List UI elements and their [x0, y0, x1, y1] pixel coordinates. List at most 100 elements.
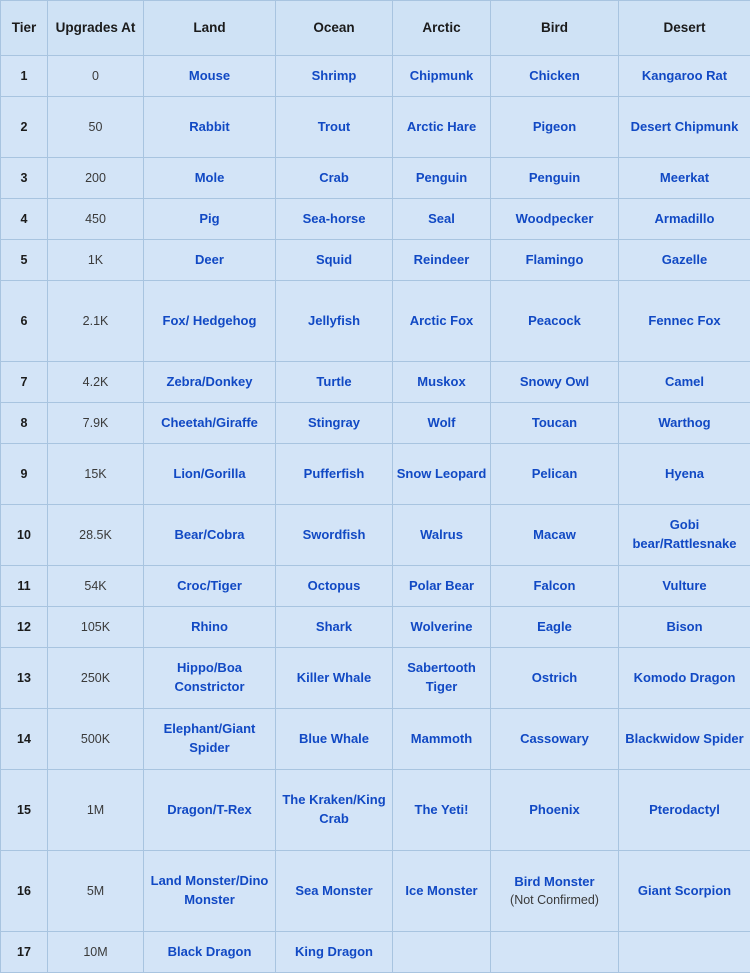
cell-desert-animal: Komodo Dragon [619, 648, 750, 709]
cell-ocean-animal: Sea-horse [276, 199, 393, 240]
table-row: 87.9KCheetah/GiraffeStingrayWolfToucanWa… [1, 403, 750, 444]
cell-ocean-animal: Blue Whale [276, 709, 393, 770]
column-header-land: Land [144, 1, 276, 56]
cell-arctic-animal: Ice Monster [393, 851, 491, 932]
table-header: Tier Upgrades At Land Ocean Arctic Bird … [1, 1, 750, 56]
column-header-tier: Tier [1, 1, 48, 56]
cell-arctic-animal: Reindeer [393, 240, 491, 281]
cell-ocean-animal: The Kraken/King Crab [276, 770, 393, 851]
cell-desert-animal: Vulture [619, 566, 750, 607]
cell-tier-number: 4 [1, 199, 48, 240]
cell-bird-animal: Ostrich [491, 648, 619, 709]
cell-bird-animal: Cassowary [491, 709, 619, 770]
cell-bird-animal: Macaw [491, 505, 619, 566]
cell-arctic-animal [393, 932, 491, 973]
cell-arctic-animal: Muskox [393, 362, 491, 403]
table-body: 10MouseShrimpChipmunkChickenKangaroo Rat… [1, 56, 750, 973]
cell-ocean-animal: King Dragon [276, 932, 393, 973]
cell-ocean-animal: Shark [276, 607, 393, 648]
cell-arctic-animal: Chipmunk [393, 56, 491, 97]
cell-land-animal: Pig [144, 199, 276, 240]
cell-desert-animal: Blackwidow Spider [619, 709, 750, 770]
cell-tier-number: 1 [1, 56, 48, 97]
cell-arctic-animal: Seal [393, 199, 491, 240]
tier-upgrade-table: Tier Upgrades At Land Ocean Arctic Bird … [0, 0, 750, 973]
cell-arctic-animal: Arctic Hare [393, 97, 491, 158]
cell-land-animal: Dragon/T-Rex [144, 770, 276, 851]
cell-land-animal: Cheetah/Giraffe [144, 403, 276, 444]
cell-desert-animal: Giant Scorpion [619, 851, 750, 932]
cell-desert-animal: Armadillo [619, 199, 750, 240]
cell-tier-number: 8 [1, 403, 48, 444]
column-header-ocean: Ocean [276, 1, 393, 56]
cell-arctic-animal: Snow Leopard [393, 444, 491, 505]
cell-bird-animal: Flamingo [491, 240, 619, 281]
cell-bird-animal: Eagle [491, 607, 619, 648]
cell-upgrades-at-value: 250K [48, 648, 144, 709]
cell-land-animal: Rhino [144, 607, 276, 648]
cell-bird-animal: Snowy Owl [491, 362, 619, 403]
cell-land-animal: Bear/Cobra [144, 505, 276, 566]
cell-ocean-animal: Crab [276, 158, 393, 199]
cell-desert-animal: Pterodactyl [619, 770, 750, 851]
cell-land-animal: Land Monster/Dino Monster [144, 851, 276, 932]
cell-tier-number: 6 [1, 281, 48, 362]
table-row: 12105KRhinoSharkWolverineEagleBison [1, 607, 750, 648]
table-row: 1710MBlack DragonKing Dragon [1, 932, 750, 973]
cell-ocean-animal: Shrimp [276, 56, 393, 97]
cell-bird-animal: Phoenix [491, 770, 619, 851]
cell-tier-number: 3 [1, 158, 48, 199]
cell-desert-animal: Hyena [619, 444, 750, 505]
cell-land-animal: Black Dragon [144, 932, 276, 973]
cell-upgrades-at-value: 15K [48, 444, 144, 505]
cell-land-animal: Croc/Tiger [144, 566, 276, 607]
table-row: 165MLand Monster/Dino MonsterSea Monster… [1, 851, 750, 932]
column-header-bird: Bird [491, 1, 619, 56]
cell-arctic-animal: The Yeti! [393, 770, 491, 851]
cell-desert-animal: Meerkat [619, 158, 750, 199]
cell-bird-animal [491, 932, 619, 973]
table-header-row: Tier Upgrades At Land Ocean Arctic Bird … [1, 1, 750, 56]
table-row: 151MDragon/T-RexThe Kraken/King CrabThe … [1, 770, 750, 851]
table-row: 74.2KZebra/DonkeyTurtleMuskoxSnowy OwlCa… [1, 362, 750, 403]
table-row: 51KDeerSquidReindeerFlamingoGazelle [1, 240, 750, 281]
table-row: 62.1KFox/ HedgehogJellyfishArctic FoxPea… [1, 281, 750, 362]
cell-upgrades-at-value: 28.5K [48, 505, 144, 566]
cell-desert-animal: Camel [619, 362, 750, 403]
cell-ocean-animal: Swordfish [276, 505, 393, 566]
cell-ocean-animal: Squid [276, 240, 393, 281]
cell-tier-number: 15 [1, 770, 48, 851]
cell-arctic-animal: Arctic Fox [393, 281, 491, 362]
cell-upgrades-at-value: 5M [48, 851, 144, 932]
table-row: 4450PigSea-horseSealWoodpeckerArmadillo [1, 199, 750, 240]
cell-land-animal: Lion/Gorilla [144, 444, 276, 505]
table-row: 3200MoleCrabPenguinPenguinMeerkat [1, 158, 750, 199]
cell-bird-animal: Penguin [491, 158, 619, 199]
cell-desert-animal: Gobi bear/Rattlesnake [619, 505, 750, 566]
cell-land-animal: Hippo/Boa Constrictor [144, 648, 276, 709]
cell-desert-animal: Kangaroo Rat [619, 56, 750, 97]
cell-arctic-animal: Penguin [393, 158, 491, 199]
cell-upgrades-at-value: 2.1K [48, 281, 144, 362]
cell-bird-animal: Chicken [491, 56, 619, 97]
cell-upgrades-at-value: 500K [48, 709, 144, 770]
cell-upgrades-at-value: 1M [48, 770, 144, 851]
cell-desert-animal [619, 932, 750, 973]
table-row: 10MouseShrimpChipmunkChickenKangaroo Rat [1, 56, 750, 97]
cell-tier-number: 2 [1, 97, 48, 158]
cell-arctic-animal: Wolverine [393, 607, 491, 648]
cell-ocean-animal: Turtle [276, 362, 393, 403]
cell-desert-animal: Warthog [619, 403, 750, 444]
cell-bird-animal: Toucan [491, 403, 619, 444]
cell-arctic-animal: Sabertooth Tiger [393, 648, 491, 709]
cell-tier-number: 14 [1, 709, 48, 770]
cell-bird-animal: Bird Monster(Not Confirmed) [491, 851, 619, 932]
cell-tier-number: 16 [1, 851, 48, 932]
cell-tier-number: 12 [1, 607, 48, 648]
tier-table-container: Tier Upgrades At Land Ocean Arctic Bird … [0, 0, 750, 973]
cell-land-animal: Deer [144, 240, 276, 281]
column-header-upgrades-at: Upgrades At [48, 1, 144, 56]
cell-upgrades-at-value: 450 [48, 199, 144, 240]
column-header-desert: Desert [619, 1, 750, 56]
cell-upgrades-at-value: 200 [48, 158, 144, 199]
